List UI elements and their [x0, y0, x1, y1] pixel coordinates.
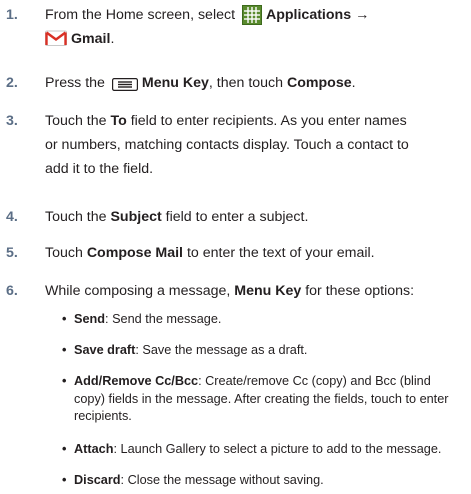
- step-number: 6.: [6, 283, 18, 299]
- gmail-icon: [45, 29, 67, 46]
- menu-key-label: Menu Key: [141, 75, 209, 91]
- compose-label: Compose: [286, 75, 352, 91]
- step-number: 3.: [6, 113, 18, 129]
- option-label: Add/Remove Cc/Bcc: [74, 374, 199, 388]
- step-text: From the Home screen, select: [45, 7, 239, 23]
- gmail-label: Gmail: [71, 31, 111, 47]
- arrow-glyph: →: [355, 7, 370, 23]
- applications-grid-icon: [241, 5, 262, 26]
- menu-key-label: Menu Key: [234, 283, 302, 299]
- applications-label: Applications: [265, 7, 352, 23]
- option-label: Discard: [74, 473, 121, 487]
- step-number: 4.: [6, 209, 18, 225]
- option-label: Send: [74, 312, 106, 326]
- option-label: Attach: [74, 442, 114, 456]
- compose-mail-label: Compose Mail: [86, 245, 183, 261]
- menu-key-icon: [111, 76, 138, 91]
- option-label: Save draft: [74, 343, 136, 357]
- to-field-label: To: [110, 113, 127, 129]
- step-number: 2.: [6, 75, 18, 91]
- subject-field-label: Subject: [110, 209, 162, 225]
- step-number: 5.: [6, 245, 18, 261]
- instructions-page: 1. From the Home screen, select Applicat…: [0, 0, 471, 494]
- step-number: 1.: [6, 7, 18, 23]
